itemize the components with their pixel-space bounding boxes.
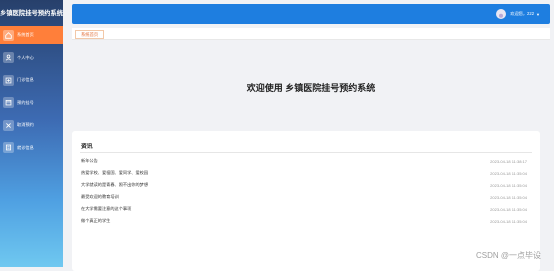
news-title: 在大学需要注意的这个事项 <box>81 206 132 211</box>
divider <box>80 152 532 153</box>
news-card: 资讯 新年公告 2023-04-18 11:38:17 热爱学校、爱祖国、爱同学… <box>72 131 540 271</box>
sidebar-item-label: 取消预约 <box>17 122 34 127</box>
news-title: 大学就读的是青春、照不出你的梦想 <box>81 182 149 187</box>
news-title: 新年公告 <box>81 158 98 163</box>
document-icon <box>3 142 14 153</box>
tab-bar: 系统首页 <box>72 28 550 40</box>
sidebar-menu: 系统首页 个人中心 门诊信息 预约挂号 取消预约 就诊信息 <box>0 26 63 161</box>
home-icon <box>3 29 14 41</box>
news-title: 热爱学校、爱祖国、爱同学、爱校园 <box>81 170 149 175</box>
news-date: 2023-04-18 11:35:04 <box>490 182 527 188</box>
sidebar-item-label: 就诊信息 <box>17 144 34 150</box>
sidebar-item-cancel-appointment[interactable]: 取消预约 <box>0 116 63 134</box>
sidebar: 乡镇医院挂号预约系统 系统首页 个人中心 门诊信息 预约挂号 取消预约 就诊信息 <box>0 0 63 267</box>
news-date: 2023-04-18 11:35:04 <box>490 194 527 200</box>
user-icon <box>3 52 14 63</box>
tab-home[interactable]: 系统首页 <box>75 30 105 39</box>
sidebar-item-home[interactable]: 系统首页 <box>0 26 63 44</box>
list-item[interactable]: 最受欢迎的教育培训 2023-04-18 11:35:04 <box>81 193 527 201</box>
sidebar-item-label: 系统首页 <box>17 32 34 37</box>
news-title: 做个真正的学生 <box>81 218 111 223</box>
clinic-icon <box>3 74 14 86</box>
sidebar-item-label: 预约挂号 <box>17 99 34 105</box>
sidebar-item-personal-center[interactable]: 个人中心 <box>0 49 63 67</box>
news-date: 2023-04-18 11:38:17 <box>490 158 527 164</box>
news-date: 2023-04-18 11:35:04 <box>490 218 527 224</box>
user-greeting: 欢迎您，222 <box>510 11 535 16</box>
sidebar-item-label: 门诊信息 <box>17 77 34 82</box>
calendar-icon <box>3 97 14 108</box>
list-item[interactable]: 在大学需要注意的这个事项 2023-04-18 11:35:04 <box>81 205 527 213</box>
watermark: CSDN @一点毕设 <box>475 251 541 260</box>
sidebar-item-appointment[interactable]: 预约挂号 <box>0 94 63 112</box>
cancel-icon <box>3 119 14 131</box>
news-title: 最受欢迎的教育培训 <box>81 194 119 199</box>
list-item[interactable]: 新年公告 2023-04-18 11:38:17 <box>81 157 527 165</box>
news-date: 2023-04-18 11:35:04 <box>490 206 527 212</box>
user-menu[interactable]: 欢迎您，222 ▼ <box>496 9 540 19</box>
news-date: 2023-04-18 11:35:04 <box>490 170 527 176</box>
sidebar-item-visit-info[interactable]: 就诊信息 <box>0 139 63 157</box>
list-item[interactable]: 做个真正的学生 2023-04-18 11:35:04 <box>81 217 527 225</box>
sidebar-item-label: 个人中心 <box>17 54 34 60</box>
top-navbar: 欢迎您，222 ▼ <box>72 4 550 24</box>
welcome-heading: 欢迎使用 乡镇医院挂号预约系统 <box>246 83 376 93</box>
news-card-title: 资讯 <box>81 144 93 150</box>
chevron-down-icon[interactable]: ▼ <box>536 12 540 17</box>
avatar[interactable] <box>496 9 507 19</box>
app-title: 乡镇医院挂号预约系统 <box>0 10 63 17</box>
list-item[interactable]: 热爱学校、爱祖国、爱同学、爱校园 2023-04-18 11:35:04 <box>81 169 527 177</box>
sidebar-item-clinic-info[interactable]: 门诊信息 <box>0 71 63 89</box>
list-item[interactable]: 大学就读的是青春、照不出你的梦想 2023-04-18 11:35:04 <box>81 181 527 189</box>
